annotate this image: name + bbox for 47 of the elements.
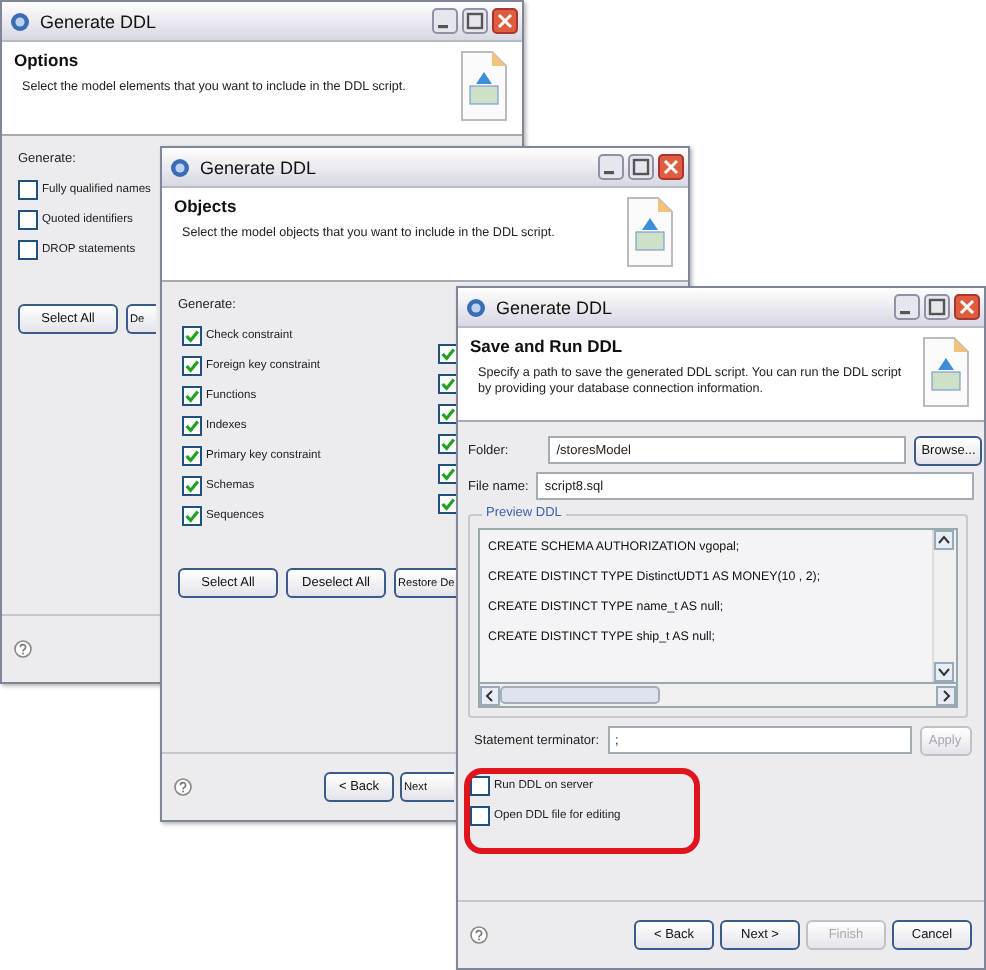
maximize-icon[interactable] (924, 294, 950, 320)
minimize-icon[interactable] (598, 154, 624, 180)
checkbox[interactable] (438, 434, 458, 454)
app-icon (170, 157, 190, 177)
help-icon[interactable] (470, 926, 488, 944)
window-title: Generate DDL (200, 157, 319, 177)
help-icon[interactable] (14, 640, 32, 658)
close-icon[interactable] (954, 294, 980, 320)
document-chart-icon (920, 336, 972, 408)
checkbox[interactable] (438, 464, 458, 484)
checkbox[interactable] (18, 180, 38, 200)
scroll-down-icon[interactable] (934, 662, 954, 682)
window-title: Generate DDL (496, 297, 615, 317)
checkbox[interactable] (182, 446, 202, 466)
app-icon (466, 297, 486, 317)
maximize-icon[interactable] (462, 8, 488, 34)
checkbox[interactable] (470, 776, 490, 796)
checkbox[interactable] (182, 356, 202, 376)
checkbox[interactable] (182, 326, 202, 346)
page-heading: Objects (174, 196, 239, 216)
checkbox[interactable] (182, 506, 202, 526)
page-heading: Save and Run DDL (470, 336, 625, 356)
window-title: Generate DDL (40, 11, 159, 31)
checkbox[interactable] (438, 374, 458, 394)
checkbox[interactable] (182, 476, 202, 496)
app-icon (10, 11, 30, 31)
document-chart-icon (624, 196, 676, 268)
maximize-icon[interactable] (628, 154, 654, 180)
help-icon[interactable] (174, 778, 192, 796)
checkbox[interactable] (18, 240, 38, 260)
checkbox[interactable] (18, 210, 38, 230)
checkbox[interactable] (182, 416, 202, 436)
checkbox[interactable] (438, 344, 458, 364)
close-icon[interactable] (492, 8, 518, 34)
scroll-up-icon[interactable] (934, 530, 954, 550)
minimize-icon[interactable] (894, 294, 920, 320)
scroll-right-icon[interactable] (936, 685, 956, 705)
page-heading: Options (14, 50, 81, 70)
minimize-icon[interactable] (432, 8, 458, 34)
checkbox[interactable] (470, 806, 490, 826)
document-chart-icon (458, 50, 510, 122)
checkbox[interactable] (438, 494, 458, 514)
close-icon[interactable] (658, 154, 684, 180)
scrollbar-thumb[interactable] (500, 686, 660, 704)
scroll-left-icon[interactable] (480, 685, 500, 705)
checkbox[interactable] (182, 386, 202, 406)
checkbox[interactable] (438, 404, 458, 424)
